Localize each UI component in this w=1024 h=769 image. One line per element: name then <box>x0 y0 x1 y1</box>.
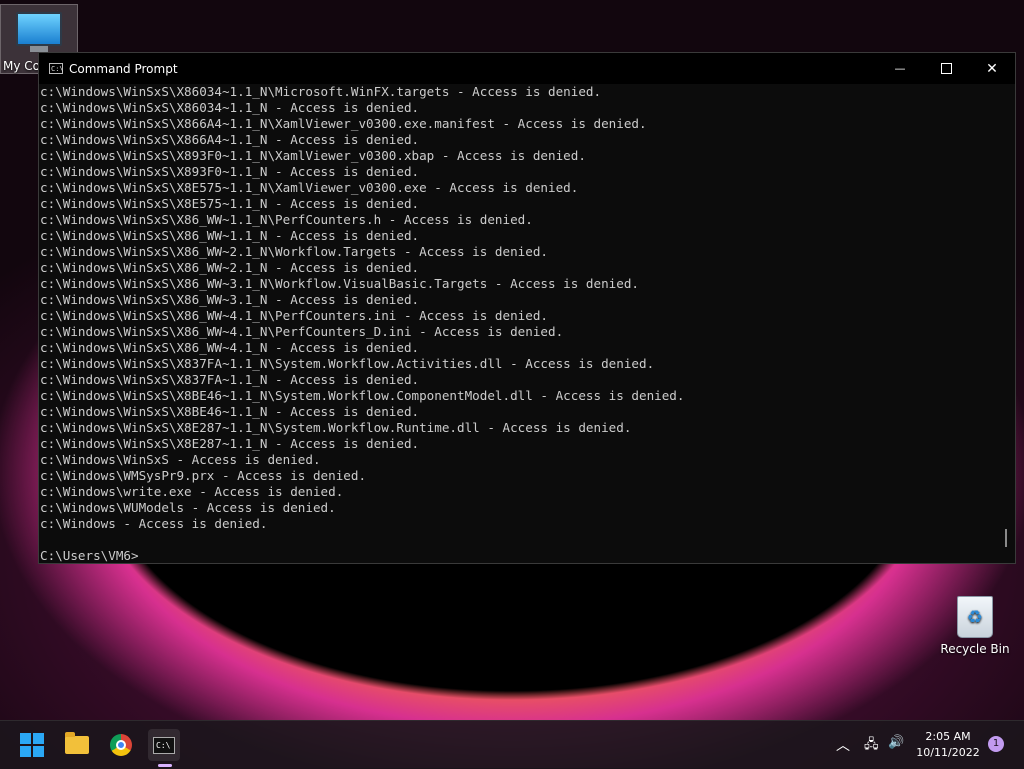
title-bar[interactable]: C:\ Command Prompt — ✕ <box>39 53 1015 84</box>
recycle-bin-desktop-icon[interactable]: ♻ Recycle Bin <box>940 596 1010 656</box>
vertical-scrollbar[interactable] <box>997 84 1015 563</box>
scrollbar-thumb[interactable] <box>1005 529 1007 547</box>
cmd-app-icon: C:\ <box>49 63 64 74</box>
minimize-button[interactable]: — <box>877 53 923 84</box>
console-line: c:\Windows - Access is denied. <box>40 516 268 531</box>
chrome-icon <box>110 734 132 756</box>
minimize-icon: — <box>894 62 906 75</box>
network-icon[interactable]: 🖧 <box>864 735 879 757</box>
console-line: c:\Windows\WinSxS\X86_WW~3.1_N\Workflow.… <box>40 276 639 291</box>
terminal-icon: C:\ <box>153 736 175 754</box>
console-line: c:\Windows\WMSysPr9.prx - Access is deni… <box>40 468 367 483</box>
console-output[interactable]: c:\Windows\WinSxS\X86034~1.1_N\Microsoft… <box>39 84 997 563</box>
console-line: c:\Windows\WinSxS\X86_WW~4.1_N - Access … <box>40 340 420 355</box>
console-line: c:\Windows\WinSxS\X86_WW~4.1_N\PerfCount… <box>40 308 548 323</box>
console-line: c:\Windows\WinSxS\X86_WW~2.1_N\Workflow.… <box>40 244 548 259</box>
console-line: c:\Windows\WinSxS\X86_WW~3.1_N - Access … <box>40 292 420 307</box>
recycle-bin-icon: ♻ <box>957 596 993 638</box>
windows-logo-icon <box>20 733 44 757</box>
chrome-button[interactable] <box>105 729 137 761</box>
clock-time: 2:05 AM <box>925 730 971 743</box>
console-line: c:\Windows\WinSxS\X86034~1.1_N - Access … <box>40 100 420 115</box>
taskbar-clock[interactable]: 2:05 AM 10/11/2022 <box>914 729 982 761</box>
console-line: c:\Windows\write.exe - Access is denied. <box>40 484 344 499</box>
console-line: c:\Windows\WinSxS\X866A4~1.1_N - Access … <box>40 132 420 147</box>
console-line: c:\Windows\WinSxS\X8E287~1.1_N - Access … <box>40 436 420 451</box>
file-explorer-button[interactable] <box>61 729 93 761</box>
volume-icon[interactable]: 🔊 <box>888 735 904 750</box>
console-line: c:\Windows\WUModels - Access is denied. <box>40 500 336 515</box>
monitor-icon <box>16 12 62 46</box>
command-prompt-line: C:\Users\VM6> <box>40 548 139 563</box>
console-line: c:\Windows\WinSxS\X86_WW~1.1_N\PerfCount… <box>40 212 533 227</box>
active-app-indicator <box>158 764 172 767</box>
console-line: c:\Windows\WinSxS\X86_WW~1.1_N - Access … <box>40 228 420 243</box>
close-button[interactable]: ✕ <box>969 53 1015 84</box>
maximize-icon <box>940 63 952 74</box>
command-prompt-taskbar-button[interactable]: C:\ <box>148 729 180 761</box>
console-line: c:\Windows\WinSxS - Access is denied. <box>40 452 321 467</box>
console-line: c:\Windows\WinSxS\X8BE46~1.1_N - Access … <box>40 404 420 419</box>
folder-icon <box>65 732 89 754</box>
console-line: c:\Windows\WinSxS\X8E575~1.1_N - Access … <box>40 196 420 211</box>
taskbar: C:\ ︿ 🖧 🔊 2:05 AM 10/11/2022 1 <box>0 720 1024 769</box>
maximize-button[interactable] <box>923 53 969 84</box>
console-line: c:\Windows\WinSxS\X86_WW~2.1_N - Access … <box>40 260 420 275</box>
start-button[interactable] <box>16 729 48 761</box>
console-line: c:\Windows\WinSxS\X893F0~1.1_N\XamlViewe… <box>40 148 586 163</box>
console-line: c:\Windows\WinSxS\X8E575~1.1_N\XamlViewe… <box>40 180 579 195</box>
console-line: c:\Windows\WinSxS\X86034~1.1_N\Microsoft… <box>40 84 602 99</box>
command-prompt-window[interactable]: C:\ Command Prompt — ✕ c:\Windows\WinSxS… <box>38 52 1016 564</box>
console-line: c:\Windows\WinSxS\X837FA~1.1_N\System.Wo… <box>40 356 655 371</box>
window-title: Command Prompt <box>69 61 178 76</box>
console-line: c:\Windows\WinSxS\X837FA~1.1_N - Access … <box>40 372 420 387</box>
tray-chevron-icon[interactable]: ︿ <box>836 735 850 755</box>
clock-date: 10/11/2022 <box>916 746 980 759</box>
notification-badge[interactable]: 1 <box>988 736 1004 752</box>
console-line: c:\Windows\WinSxS\X866A4~1.1_N\XamlViewe… <box>40 116 647 131</box>
console-line: c:\Windows\WinSxS\X8BE46~1.1_N\System.Wo… <box>40 388 685 403</box>
console-line: c:\Windows\WinSxS\X893F0~1.1_N - Access … <box>40 164 420 179</box>
console-line: c:\Windows\WinSxS\X86_WW~4.1_N\PerfCount… <box>40 324 564 339</box>
console-line: c:\Windows\WinSxS\X8E287~1.1_N\System.Wo… <box>40 420 632 435</box>
recycle-bin-label: Recycle Bin <box>940 642 1010 656</box>
close-icon: ✕ <box>986 60 998 77</box>
